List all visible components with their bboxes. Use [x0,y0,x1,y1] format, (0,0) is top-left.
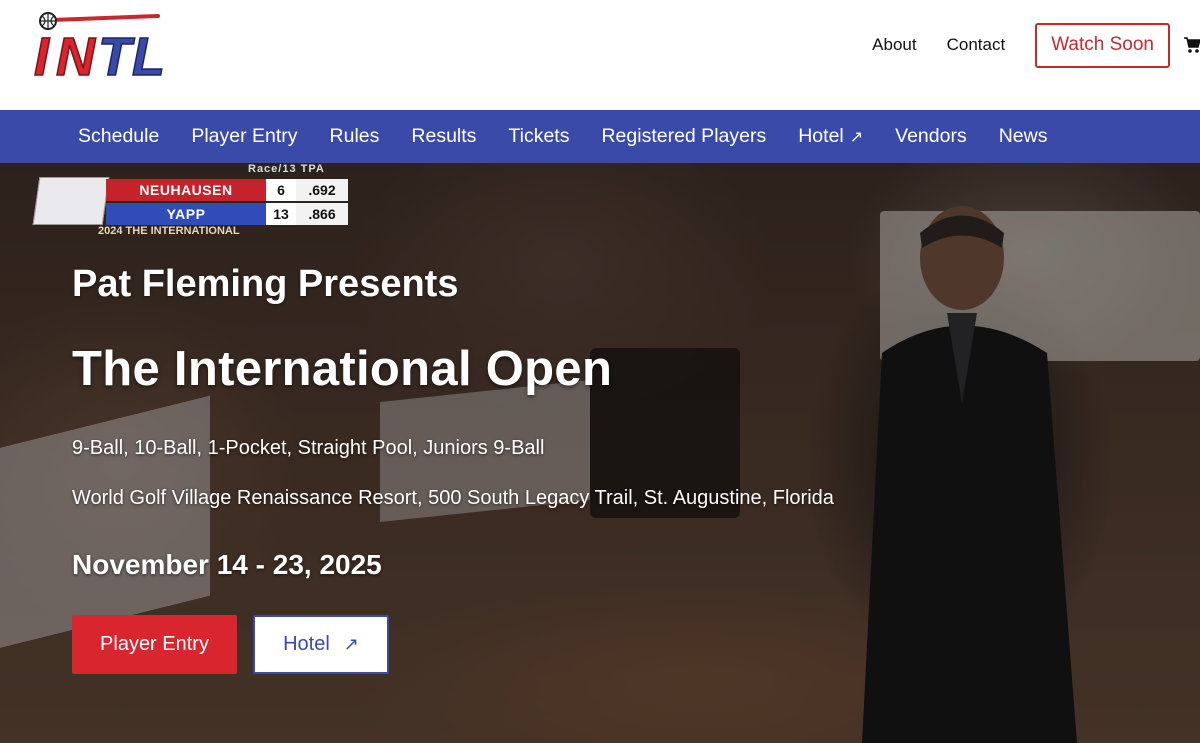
nav-tickets-label: Tickets [508,125,570,147]
nav-registered-players-label: Registered Players [601,125,767,147]
intl-logo[interactable]: I N T L [30,10,175,82]
scoreboard-footer: 2024 THE INTERNATIONAL [98,225,240,237]
nav-player-entry[interactable]: Player Entry [175,125,313,148]
nav-hotel-label: Hotel [798,125,844,147]
scoreboard-row: YAPP 13 .866 [106,203,348,225]
svg-text:I: I [34,27,50,82]
cart-icon[interactable] [1184,36,1200,54]
venue-address: World Golf Village Renaissance Resort, 5… [72,487,834,509]
hotel-button-label: Hotel [283,633,330,655]
player-race: 13 [266,203,296,225]
svg-text:N: N [56,27,96,82]
nav-rules-label: Rules [329,125,380,147]
page-title: The International Open [72,342,613,396]
svg-text:T: T [98,27,135,82]
nav-results[interactable]: Results [395,125,492,148]
nav-player-entry-label: Player Entry [191,125,298,147]
nav-vendors[interactable]: Vendors [879,125,983,148]
about-link[interactable]: About [872,35,916,55]
player-entry-button-label: Player Entry [100,633,209,655]
player-tpa: .866 [296,203,348,225]
nav-results-label: Results [411,125,477,147]
hero-section: Race/13 TPA NEUHAUSEN 6 .692 YAPP 13 .86… [0,163,1200,743]
external-arrow-icon: ↗ [343,634,359,654]
top-header: I N T L About Contact Watch Soon [0,0,1200,110]
top-links: About Contact Watch Soon [872,22,1200,68]
games-list: 9-Ball, 10-Ball, 1-Pocket, Straight Pool… [72,437,545,459]
event-dates: November 14 - 23, 2025 [72,549,382,580]
nav-rules[interactable]: Rules [314,125,396,148]
presents-heading: Pat Fleming Presents [72,263,459,305]
scoreboard: Race/13 TPA NEUHAUSEN 6 .692 YAPP 13 .86… [32,163,361,237]
external-arrow-icon: ↗ [849,128,864,146]
main-nav: Schedule Player Entry Rules Results Tick… [0,110,1200,163]
scoreboard-header: Race/13 TPA [248,163,325,175]
player-tpa: .692 [296,179,348,201]
nav-tickets[interactable]: Tickets [492,125,585,148]
watch-soon-button[interactable]: Watch Soon [1035,22,1170,68]
nav-news-label: News [998,125,1048,147]
nav-hotel[interactable]: Hotel ↗ [782,125,879,148]
scoreboard-row: NEUHAUSEN 6 .692 [106,179,348,201]
nav-registered-players[interactable]: Registered Players [585,125,782,148]
hotel-button[interactable]: Hotel ↗ [253,615,389,674]
nav-news[interactable]: News [983,125,1064,148]
nav-schedule-label: Schedule [78,125,160,147]
contact-link[interactable]: Contact [947,35,1006,55]
nav-schedule[interactable]: Schedule [62,125,175,148]
player-entry-button[interactable]: Player Entry [72,615,237,674]
player-name: YAPP [166,206,206,222]
svg-text:L: L [132,27,165,82]
nav-vendors-label: Vendors [895,125,967,147]
scoreboard-logo [32,177,110,225]
player-name: NEUHAUSEN [139,182,233,198]
player-race: 6 [266,179,296,201]
